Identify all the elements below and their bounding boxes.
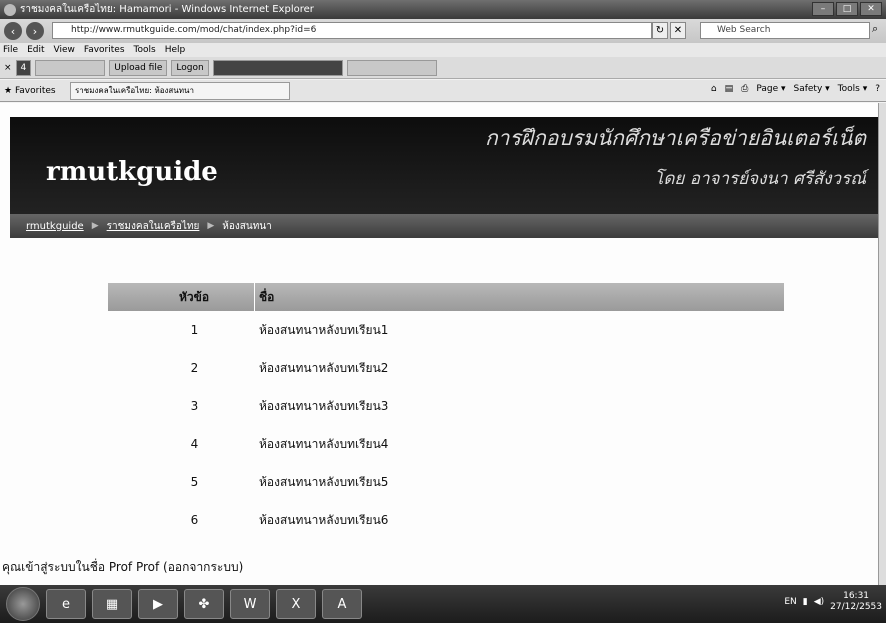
breadcrumb: rmutkguide ▶ ราชมงคลในเครือไทย ▶ ห้องสนท… — [10, 214, 878, 238]
chat-room-link[interactable]: ห้องสนทนาหลังบทเรียน1 — [255, 321, 388, 340]
chat-room-link[interactable]: ห้องสนทนาหลังบทเรียน4 — [255, 435, 388, 454]
menu-favorites[interactable]: Favorites — [84, 45, 125, 55]
toolbar-extra[interactable] — [346, 59, 437, 76]
addon-toolbar: × 4 Upload file Logon — [0, 57, 886, 79]
tools-menu[interactable]: Tools ▾ — [838, 84, 868, 94]
ie-icon — [4, 3, 16, 16]
table-row: 2 ห้องสนทนาหลังบทเรียน2 — [108, 349, 784, 387]
header-topic: หัวข้อ — [108, 283, 255, 311]
row-number: 2 — [190, 361, 199, 375]
ie-taskbar-icon[interactable]: e — [46, 589, 86, 619]
browser-tab[interactable]: ราชมงคลในเครือไทย: ห้องสนทนา — [70, 81, 290, 100]
safety-menu[interactable]: Safety ▾ — [793, 84, 829, 94]
row-number: 4 — [190, 437, 199, 451]
site-logo[interactable]: rmutkguide — [46, 157, 218, 187]
toolbar-widget[interactable] — [212, 59, 343, 76]
site-banner: rmutkguide การฝึกอบรมนักศึกษาเครือข่ายอิ… — [10, 117, 878, 214]
print-icon[interactable]: ⎙ — [741, 84, 748, 94]
row-number: 5 — [190, 475, 199, 489]
language-indicator[interactable]: EN — [784, 597, 796, 607]
command-bar: ⌂ ▤ ⎙ Page ▾ Safety ▾ Tools ▾ ? — [711, 84, 880, 94]
row-number: 1 — [190, 323, 199, 337]
table-row: 6 ห้องสนทนาหลังบทเรียน6 — [108, 501, 784, 539]
acrobat-taskbar-icon[interactable]: A — [322, 589, 362, 619]
menu-tools[interactable]: Tools — [134, 45, 156, 55]
back-button[interactable]: ‹ — [4, 22, 22, 40]
menu-file[interactable]: File — [3, 45, 18, 55]
toolbar-dropdown[interactable] — [35, 59, 106, 76]
home-icon[interactable]: ⌂ — [711, 84, 717, 94]
favorites-button[interactable]: ★ Favorites — [0, 86, 70, 96]
page-menu[interactable]: Page ▾ — [756, 84, 785, 94]
windows-taskbar: e ▦ ▶ ✤ W X A EN ▮ ◀) 16:31 27/12/2553 — [0, 585, 886, 623]
window-title: ราชมงคลในเครือไทย: Hamamori - Windows In… — [20, 4, 314, 15]
breadcrumb-current: ห้องสนทนา — [222, 220, 272, 232]
word-taskbar-icon[interactable]: W — [230, 589, 270, 619]
url-actions: ↻ ✕ — [652, 22, 686, 39]
stop-icon[interactable]: ✕ — [670, 22, 686, 39]
banner-heading: การฝึกอบรมนักศึกษาเครือข่ายอินเตอร์เน็ต — [484, 126, 866, 150]
login-info: คุณเข้าสู่ระบบในชื่อ Prof Prof (ออกจากระ… — [0, 558, 243, 577]
row-number: 6 — [190, 513, 199, 527]
row-number: 3 — [190, 399, 199, 413]
breadcrumb-home[interactable]: rmutkguide — [26, 221, 84, 232]
table-header: หัวข้อ ชื่อ — [108, 283, 784, 311]
network-icon[interactable]: ▮ — [803, 597, 808, 607]
maximize-button[interactable]: □ — [836, 2, 858, 16]
chat-rooms-table: หัวข้อ ชื่อ 1 ห้องสนทนาหลังบทเรียน1 2 ห้… — [108, 283, 784, 539]
system-tray: EN ▮ ◀) 16:31 27/12/2553 — [784, 591, 882, 613]
upload-file-button[interactable]: Upload file — [109, 59, 168, 76]
app-taskbar-icon[interactable]: ✤ — [184, 589, 224, 619]
feeds-icon[interactable]: ▤ — [725, 84, 734, 94]
table-row: 1 ห้องสนทนาหลังบทเรียน1 — [108, 311, 784, 349]
media-taskbar-icon[interactable]: ▶ — [138, 589, 178, 619]
refresh-icon[interactable]: ↻ — [652, 22, 668, 39]
clock-date: 27/12/2553 — [830, 602, 882, 612]
chat-room-link[interactable]: ห้องสนทนาหลังบทเรียน6 — [255, 511, 388, 530]
table-row: 5 ห้องสนทนาหลังบทเรียน5 — [108, 463, 784, 501]
window-controls: – □ ✕ — [812, 2, 882, 16]
menu-bar: File Edit View Favorites Tools Help — [0, 43, 886, 57]
close-button[interactable]: ✕ — [860, 2, 882, 16]
close-toolbar-icon[interactable]: × — [4, 63, 12, 73]
chat-room-link[interactable]: ห้องสนทนาหลังบทเรียน5 — [255, 473, 388, 492]
explorer-taskbar-icon[interactable]: ▦ — [92, 589, 132, 619]
table-row: 3 ห้องสนทนาหลังบทเรียน3 — [108, 387, 784, 425]
chat-room-link[interactable]: ห้องสนทนาหลังบทเรียน3 — [255, 397, 388, 416]
window-title-bar: ราชมงคลในเครือไทย: Hamamori - Windows In… — [0, 0, 886, 19]
header-name: ชื่อ — [259, 289, 275, 304]
menu-help[interactable]: Help — [165, 45, 186, 55]
menu-view[interactable]: View — [54, 45, 75, 55]
vertical-scrollbar[interactable] — [878, 103, 886, 585]
favorites-label: Favorites — [14, 85, 56, 96]
breadcrumb-course[interactable]: ราชมงคลในเครือไทย — [107, 219, 200, 234]
table-row: 4 ห้องสนทนาหลังบทเรียน4 — [108, 425, 784, 463]
logon-button[interactable]: Logon — [171, 59, 209, 76]
clock-time: 16:31 — [843, 591, 870, 601]
breadcrumb-separator-icon: ▶ — [207, 221, 215, 231]
clock[interactable]: 16:31 27/12/2553 — [830, 591, 882, 613]
forward-button[interactable]: › — [26, 22, 44, 40]
favorites-bar: ★ Favorites ราชมงคลในเครือไทย: ห้องสนทนา… — [0, 80, 886, 102]
start-button[interactable] — [6, 587, 40, 621]
search-icon[interactable]: ⌕ — [872, 22, 878, 36]
banner-author: โดย อาจารย์จงนา ศรีสังวรณ์ — [654, 169, 866, 189]
address-bar: ‹ › http://www.rmutkguide.com/mod/chat/i… — [0, 19, 886, 43]
logout-link[interactable]: (ออกจากระบบ) — [163, 560, 243, 574]
volume-icon[interactable]: ◀) — [814, 597, 824, 607]
url-input[interactable]: http://www.rmutkguide.com/mod/chat/index… — [52, 22, 652, 39]
toolbar-counter[interactable]: 4 — [15, 59, 32, 76]
breadcrumb-separator-icon: ▶ — [91, 221, 99, 231]
login-text: คุณเข้าสู่ระบบในชื่อ Prof Prof — [2, 560, 160, 574]
help-icon[interactable]: ? — [875, 84, 880, 94]
page-content: rmutkguide การฝึกอบรมนักศึกษาเครือข่ายอิ… — [0, 103, 878, 585]
menu-edit[interactable]: Edit — [27, 45, 44, 55]
chat-room-link[interactable]: ห้องสนทนาหลังบทเรียน2 — [255, 359, 388, 378]
search-input[interactable]: Web Search — [700, 22, 870, 39]
excel-taskbar-icon[interactable]: X — [276, 589, 316, 619]
minimize-button[interactable]: – — [812, 2, 834, 16]
